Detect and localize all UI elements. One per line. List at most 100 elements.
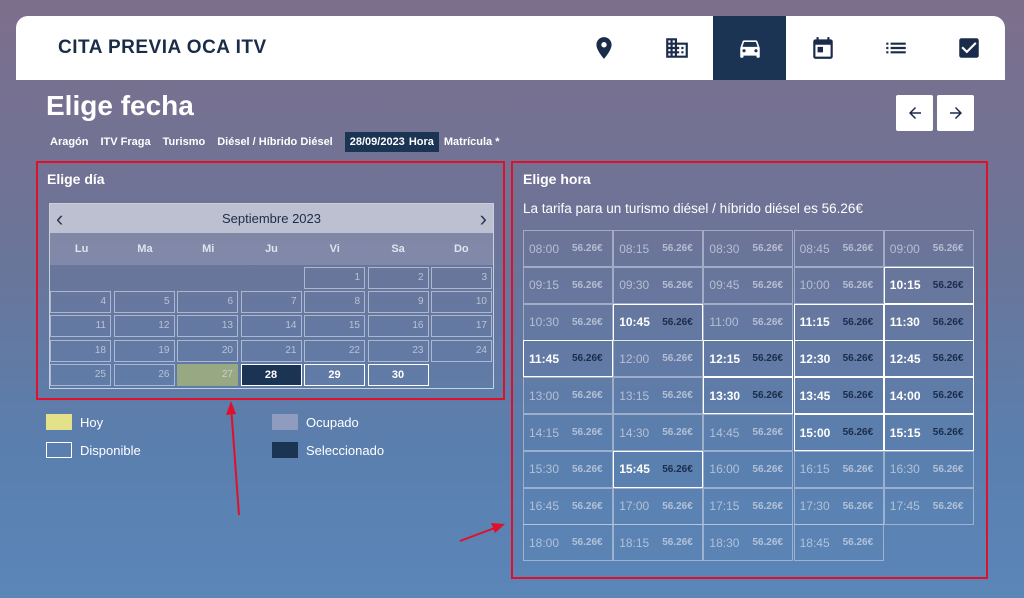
breadcrumb-active: 28/09/2023 Hora: [344, 132, 439, 152]
next-step-button[interactable]: [937, 95, 974, 131]
time-slot[interactable]: 15:15 56.26€: [883, 414, 974, 451]
time-slot-time: 14:00: [889, 388, 921, 403]
time-slot-price: 56.26€: [662, 390, 693, 402]
calendar-day: 23: [367, 339, 429, 362]
calendar-day: 20: [177, 339, 238, 362]
time-slot-time: 18:30: [709, 535, 740, 550]
time-slot-time: 09:45: [709, 278, 740, 293]
time-slot-price: 56.26€: [572, 316, 603, 328]
time-slot[interactable]: 11:45 56.26€: [523, 340, 613, 378]
breadcrumb-item[interactable]: Turismo: [163, 136, 206, 148]
calendar-day: 18: [50, 339, 111, 362]
calendar-day: 3: [431, 267, 492, 289]
nav-step-vehicle[interactable]: [713, 16, 786, 80]
breadcrumb-hora: Hora: [408, 136, 434, 148]
calendar-day: 17: [431, 315, 492, 338]
calendar-day: 15: [304, 315, 365, 338]
time-slot[interactable]: 12:30 56.26€: [793, 340, 884, 378]
time-slot[interactable]: 14:00 56.26€: [883, 377, 974, 415]
time-slot: 08:30 56.26€: [703, 230, 794, 267]
weekday-label: Ma: [137, 243, 153, 255]
breadcrumb-item[interactable]: Diésel / Híbrido Diésel: [217, 136, 333, 148]
prev-month-button[interactable]: ‹: [56, 207, 63, 230]
calendar-day: 11: [50, 315, 111, 338]
time-slot-time: 11:15: [799, 315, 830, 330]
weekday-label: Ju: [265, 243, 278, 255]
step-arrows: [896, 95, 974, 131]
time-slot[interactable]: 10:15 56.26€: [883, 266, 974, 304]
time-slot[interactable]: 12:45 56.26€: [883, 340, 974, 378]
legend-swatch-hoy: [46, 414, 72, 430]
arrow-left-icon: [908, 107, 921, 119]
time-slot[interactable]: 15:00 56.26€: [793, 414, 884, 451]
time-slot-time: 17:00: [619, 499, 650, 514]
weekday-label: Sa: [391, 243, 405, 255]
nav-step-location[interactable]: [567, 16, 640, 80]
nav-step-station[interactable]: [640, 16, 713, 80]
time-slot-time: 16:00: [709, 462, 740, 477]
time-slot-price: 56.26€: [932, 279, 964, 291]
time-slot: 14:45 56.26€: [703, 414, 794, 451]
weekday-label: Vi: [329, 243, 340, 255]
time-slot-time: 16:30: [889, 462, 920, 477]
time-slot: 18:30 56.26€: [703, 524, 794, 562]
time-slot[interactable]: 13:30 56.26€: [703, 377, 794, 415]
calendar-day[interactable]: 29: [304, 363, 365, 386]
breadcrumb-item[interactable]: ITV Fraga: [101, 136, 151, 148]
page-title: Elige fecha: [46, 90, 194, 121]
calendar-day[interactable]: 30: [367, 363, 429, 386]
time-slot-time: 15:15: [889, 425, 921, 440]
nav-step-summary[interactable]: [859, 16, 932, 80]
weekday-label: Mi: [202, 243, 215, 255]
time-slot-price: 56.26€: [752, 353, 783, 365]
weekday-label: Do: [453, 243, 469, 255]
calendar-grid: 1 2 3 4 5 6 7 8 9 10 11 12 13 14 15 16 17 18 19 20 21 22 23 24 2…: [50, 265, 493, 389]
prev-step-button[interactable]: [896, 95, 933, 131]
weekday-row: Lu Ma Mi Ju Vi Sa Do: [50, 233, 493, 265]
time-slot-time: 17:15: [709, 499, 740, 514]
time-slot: 11:00 56.26€: [703, 303, 794, 341]
time-slot[interactable]: 13:45 56.26€: [793, 377, 884, 415]
time-slot: 13:00 56.26€: [523, 377, 613, 415]
time-slot-time: 11:45: [529, 351, 560, 366]
time-slot-time: 14:15: [529, 425, 560, 440]
time-slot[interactable]: 12:15 56.26€: [703, 340, 794, 378]
time-slot-price: 56.26€: [752, 427, 783, 438]
step-nav: [567, 16, 1005, 80]
time-slot: 15:30 56.26€: [523, 450, 613, 488]
nav-step-date[interactable]: [786, 16, 859, 80]
time-slot-time: 13:30: [709, 388, 741, 403]
time-slot-price: 56.26€: [932, 427, 964, 438]
time-slot-time: 10:45: [619, 315, 650, 330]
calendar-day: 14: [240, 315, 302, 338]
legend-swatch-seleccionado: [272, 442, 298, 458]
time-slot-price: 56.26€: [752, 390, 783, 402]
calendar-day[interactable]: 28: [240, 363, 302, 386]
time-slot-price: 56.26€: [932, 316, 964, 328]
breadcrumb-item[interactable]: Aragón: [50, 136, 89, 148]
legend-swatch-disponible: [46, 442, 72, 458]
time-slot: 16:30 56.26€: [883, 450, 974, 488]
legend-label: Ocupado: [306, 414, 359, 430]
time-slot[interactable]: 10:45 56.26€: [613, 303, 704, 341]
time-slot-time: 08:30: [709, 241, 740, 256]
time-slot: 09:45 56.26€: [703, 266, 794, 304]
time-slot-price: 56.26€: [752, 279, 783, 291]
time-slot[interactable]: 11:30 56.26€: [883, 303, 974, 341]
calendar-day: 16: [367, 315, 429, 338]
legend-disponible: Disponible: [46, 442, 141, 458]
time-slot[interactable]: 11:15 56.26€: [793, 303, 884, 341]
time-slot-price: 56.26€: [842, 463, 874, 475]
legend-hoy: Hoy: [46, 414, 103, 430]
next-month-button[interactable]: ›: [480, 207, 487, 230]
time-slot[interactable]: 15:45 56.26€: [613, 450, 704, 488]
time-slot-time: 14:45: [709, 425, 740, 440]
time-slot: 18:45 56.26€: [793, 524, 884, 562]
time-slot-time: 09:30: [619, 278, 650, 293]
calendar-day: 26: [113, 363, 175, 386]
time-slot-time: 15:30: [529, 462, 560, 477]
nav-step-confirm[interactable]: [932, 16, 1005, 80]
time-slot: 12:00 56.26€: [613, 340, 704, 378]
calendar-day: 7: [240, 291, 302, 314]
legend-swatch-ocupado: [272, 414, 298, 430]
